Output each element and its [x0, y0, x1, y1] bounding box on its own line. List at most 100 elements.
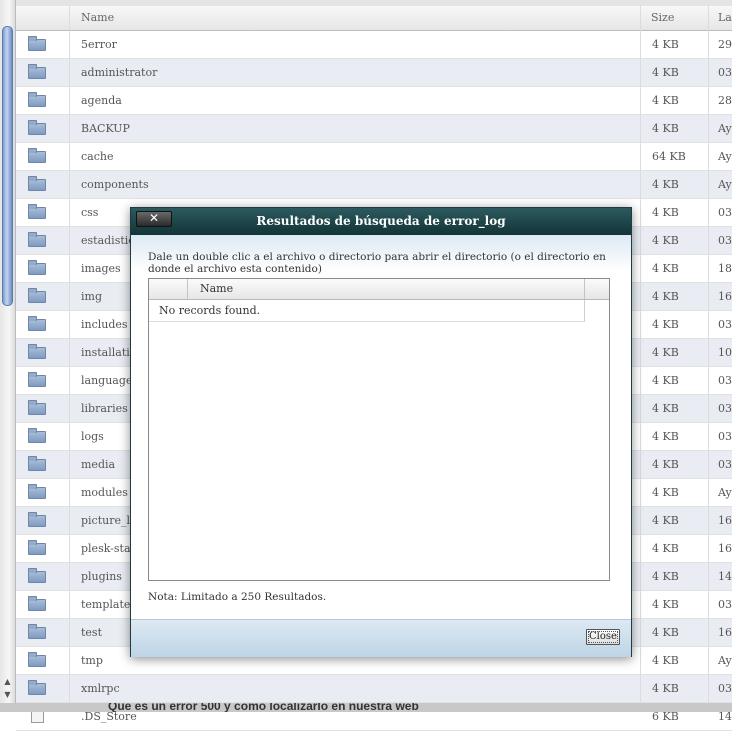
table-header: Name Size Las: [16, 6, 732, 31]
folder-icon: [28, 624, 46, 639]
row-name: xmlrpc: [81, 682, 120, 695]
folder-icon: [28, 428, 46, 443]
folder-icon: [28, 148, 46, 163]
row-last-modified: Ay: [718, 178, 732, 191]
folder-icon: [28, 36, 46, 51]
row-last-modified: 16/: [718, 626, 732, 639]
scroll-up-arrow-icon[interactable]: ▲: [0, 676, 15, 688]
row-last-modified: 03/: [718, 458, 732, 471]
row-last-modified: 03/: [718, 66, 732, 79]
close-button[interactable]: Close: [586, 629, 620, 645]
row-last-modified: 16/: [718, 514, 732, 527]
row-last-modified: 03/: [718, 430, 732, 443]
column-header-size[interactable]: Size: [651, 6, 674, 30]
folder-icon: [28, 652, 46, 667]
table-row[interactable]: BACKUP 4 KB Ay: [16, 115, 732, 143]
row-last-modified: 03/: [718, 234, 732, 247]
row-size: 4 KB: [652, 234, 679, 247]
row-size: 64 KB: [652, 150, 686, 163]
bottom-page-text: Que es un error 500 y como localizarlo e…: [108, 703, 419, 712]
row-size: 4 KB: [652, 94, 679, 107]
row-name: includes: [81, 318, 128, 331]
dialog-footer: Close: [131, 619, 631, 657]
folder-icon: [28, 92, 46, 107]
table-row[interactable]: agenda 4 KB 28/: [16, 87, 732, 115]
row-size: 4 KB: [652, 458, 679, 471]
row-size: 4 KB: [652, 626, 679, 639]
row-name: cache: [81, 150, 114, 163]
row-size: 4 KB: [652, 430, 679, 443]
column-header-last-modified[interactable]: Las: [718, 6, 732, 30]
folder-icon: [28, 456, 46, 471]
row-last-modified: 18/: [718, 262, 732, 275]
folder-icon: [28, 484, 46, 499]
row-size: 4 KB: [652, 654, 679, 667]
row-size: 4 KB: [652, 598, 679, 611]
folder-icon: [28, 176, 46, 191]
table-row[interactable]: cache 64 KB Ay: [16, 143, 732, 171]
folder-icon: [28, 568, 46, 583]
row-name: plugins: [81, 570, 122, 583]
row-size: 4 KB: [652, 66, 679, 79]
row-name: media: [81, 458, 116, 471]
row-size: 4 KB: [652, 542, 679, 555]
folder-icon: [28, 204, 46, 219]
results-grid-header: Name: [149, 279, 609, 300]
row-last-modified: 29/: [718, 38, 732, 51]
dialog-instructions: Dale un double clic a el archivo o direc…: [148, 251, 606, 275]
scroll-down-arrow-icon[interactable]: ▼: [0, 689, 15, 701]
row-name: 5error: [81, 38, 117, 51]
table-row[interactable]: administrator 4 KB 03/: [16, 59, 732, 87]
row-last-modified: 03/: [718, 318, 732, 331]
folder-icon: [28, 344, 46, 359]
row-last-modified: 16/: [718, 290, 732, 303]
table-row[interactable]: xmlrpc 4 KB 03/: [16, 675, 732, 703]
row-size: 4 KB: [652, 570, 679, 583]
scrollbar-thumb[interactable]: [2, 26, 13, 306]
folder-icon: [28, 512, 46, 527]
column-header-name[interactable]: Name: [81, 6, 114, 30]
row-size: 4 KB: [652, 486, 679, 499]
row-name: language: [81, 374, 133, 387]
table-row[interactable]: 5error 4 KB 29/: [16, 31, 732, 59]
row-size: 4 KB: [652, 290, 679, 303]
folder-icon: [28, 372, 46, 387]
row-size: 4 KB: [652, 346, 679, 359]
table-row[interactable]: components 4 KB Ay: [16, 171, 732, 199]
row-size: 4 KB: [652, 374, 679, 387]
row-name: BACKUP: [81, 122, 130, 135]
dialog-body: Dale un double clic a el archivo o direc…: [131, 235, 631, 618]
row-last-modified: Ay: [718, 654, 732, 667]
row-name: img: [81, 290, 102, 303]
row-size: 4 KB: [652, 262, 679, 275]
row-last-modified: 10/: [718, 346, 732, 359]
folder-icon: [28, 260, 46, 275]
row-last-modified: 03/: [718, 682, 732, 695]
row-name: plesk-stat: [81, 542, 135, 555]
folder-icon: [28, 232, 46, 247]
results-column-name[interactable]: Name: [200, 279, 233, 299]
row-name: test: [81, 626, 102, 639]
row-name: logs: [81, 430, 104, 443]
folder-icon: [28, 120, 46, 135]
row-size: 4 KB: [652, 514, 679, 527]
row-size: 4 KB: [652, 206, 679, 219]
row-name: images: [81, 262, 121, 275]
row-size: 4 KB: [652, 122, 679, 135]
row-last-modified: 03/: [718, 374, 732, 387]
folder-icon: [28, 316, 46, 331]
row-last-modified: Ay: [718, 150, 732, 163]
empty-message: No records found.: [159, 304, 261, 317]
results-grid: Name No records found.: [148, 278, 610, 581]
results-limit-note: Nota: Limitado a 250 Resultados.: [148, 591, 327, 603]
row-last-modified: 03/: [718, 598, 732, 611]
row-name: css: [81, 206, 99, 219]
folder-icon: [28, 400, 46, 415]
row-last-modified: 03/: [718, 402, 732, 415]
row-last-modified: Ay: [718, 122, 732, 135]
folder-icon: [28, 64, 46, 79]
row-size: 4 KB: [652, 178, 679, 191]
dialog-title: Resultados de búsqueda de error_log: [256, 214, 506, 228]
row-name: modules: [81, 486, 128, 499]
vertical-scrollbar[interactable]: ▲ ▼: [0, 0, 16, 712]
